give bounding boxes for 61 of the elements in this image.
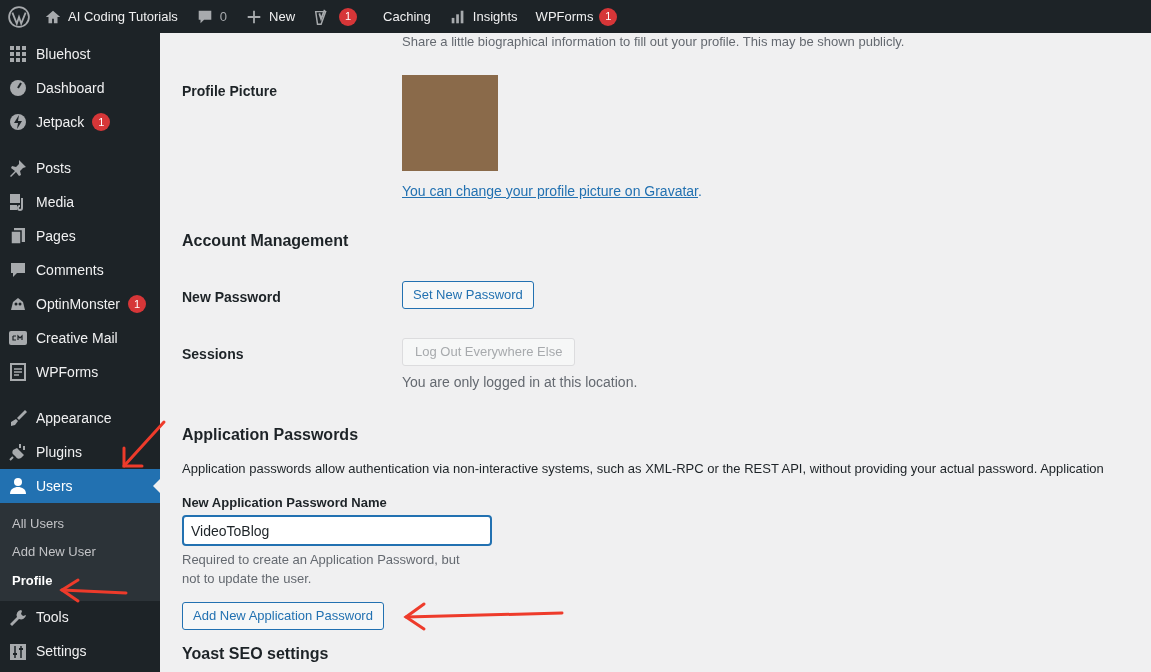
grid-icon [8,44,28,64]
cm-logo-icon [8,328,28,348]
toolbar-link[interactable]: Caching [383,6,431,27]
speech-bubble-icon [8,260,28,280]
sidebar-item[interactable]: Media [0,185,160,219]
pages-icon [8,226,28,246]
count-badge: 1 [599,7,618,26]
submenu-item[interactable]: Add New User [0,537,160,566]
description-text: You are only logged in at this location. [402,373,638,392]
description-text: Share a little biographical information to fill out your profile. This may be shown publicly. [402,34,906,51]
description-text: Required to create an Application Password, but not to update the user. [182,551,461,588]
wrench-icon [8,607,28,628]
sidebar-item[interactable]: WPForms [0,355,160,389]
field-label: Sessions [182,345,245,364]
field-label: Profile Picture [182,82,278,101]
sidebar-item[interactable]: Settings [0,634,160,669]
toolbar-link[interactable]: WPForms [535,6,594,27]
sliders-icon [8,641,28,662]
toolbar-link[interactable]: Insights [472,6,518,27]
lightning-bolt-icon [8,112,28,132]
user-icon [8,476,28,496]
sidebar-item[interactable]: Plugins [0,435,160,469]
submenu-item[interactable]: All Users [0,509,160,538]
sidebar-item[interactable]: OptinMonster 1 [0,287,160,321]
current-item-pointer [153,479,160,493]
action-button[interactable]: Set New Password [402,281,534,309]
sidebar-item[interactable]: Tools [0,600,160,635]
field-label: New Password [182,288,282,307]
sidebar-item[interactable]: Dashboard [0,71,160,105]
gauge-icon [8,78,28,98]
annotation-arrow [59,578,128,603]
plug-icon [8,442,28,462]
section-heading: Application Passwords [182,425,360,445]
sidebar-item[interactable]: Users [0,469,160,503]
site-name-link[interactable]: AI Coding Tutorials [68,6,178,27]
section-heading: Yoast SEO settings [182,644,330,664]
new-link[interactable]: New [269,6,296,27]
field-label: New Application Password Name [182,493,388,512]
form-icon [8,362,28,382]
text-input-field[interactable]: VideoToBlog [182,515,492,546]
section-heading: Account Management [182,231,350,251]
sidebar-item[interactable]: Creative Mail [0,321,160,355]
count-badge: 1 [92,113,111,131]
sidebar-item[interactable]: Pages [0,219,160,253]
submenu-item[interactable]: Profile [0,566,160,595]
annotation-arrow [122,420,166,468]
description-text: Application passwords allow authentication via non-interactive systems, such as XML-RPC or the REST API, without providing your actual password. Application [182,460,1105,478]
count-badge: 1 [339,7,358,26]
punctuation: . [698,183,702,199]
sidebar-item[interactable]: Posts [0,151,160,185]
sidebar-item[interactable]: Jetpack 1 [0,105,160,139]
pushpin-icon [8,158,28,178]
sidebar-item[interactable]: Appearance [0,401,160,435]
sidebar-item[interactable]: Comments [0,253,160,287]
sidebar-item[interactable]: Bluehost [0,37,160,71]
count-badge: 1 [128,295,147,313]
wordpress-logo-icon[interactable] [8,5,30,28]
paintbrush-icon [8,408,28,428]
action-button[interactable]: Add New Application Password [182,602,384,630]
gravatar-link[interactable]: You can change your profile picture on Gravatar [402,183,698,199]
comment-count[interactable]: 0 [219,6,228,27]
